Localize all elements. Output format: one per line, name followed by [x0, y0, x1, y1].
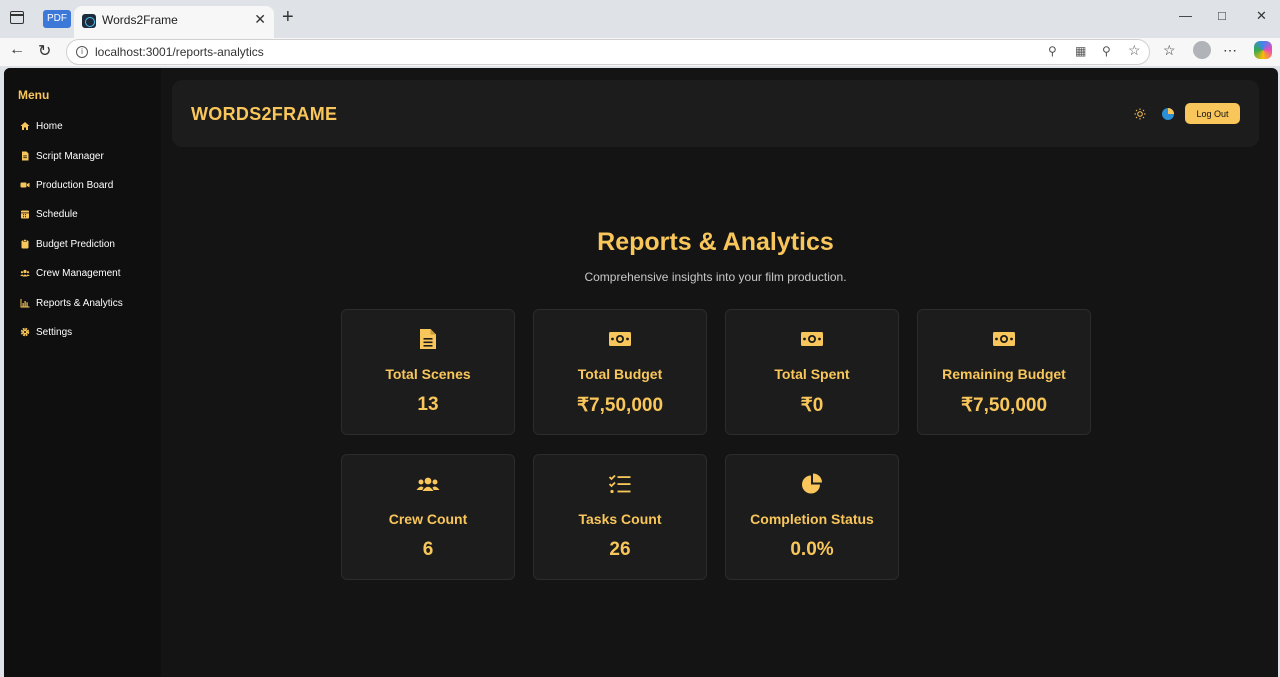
browser-address-bar: ← ↻ i localhost:3001/reports-analytics ⚲…: [0, 38, 1280, 66]
window-menu-icon[interactable]: [10, 11, 24, 24]
browser-tab-bar: PDF Words2Frame ✕ + — □ ✕: [0, 0, 1280, 38]
sidebar-item-settings[interactable]: Settings: [20, 324, 72, 340]
card-value: ₹7,50,000: [576, 395, 664, 416]
profile-avatar[interactable]: [1193, 41, 1211, 59]
close-window-icon[interactable]: ✕: [1256, 8, 1267, 24]
card-label: Total Budget: [577, 366, 663, 382]
analytics-pie-icon[interactable]: [1161, 107, 1175, 121]
card-value: 13: [417, 394, 439, 415]
sidebar-item-label: Home: [36, 120, 63, 132]
sidebar-item-label: Schedule: [36, 208, 78, 220]
info-icon[interactable]: i: [76, 46, 88, 58]
card-value: 0.0%: [790, 539, 834, 560]
sidebar-item-label: Script Manager: [36, 150, 104, 162]
more-icon[interactable]: ⋯: [1223, 42, 1237, 59]
clipboard-icon: [20, 239, 30, 249]
calendar-icon: [20, 209, 30, 219]
brand-logo-text[interactable]: WORDS2FRAME: [191, 104, 337, 125]
money-icon: [918, 328, 1090, 352]
file-icon: [342, 328, 514, 352]
maximize-icon[interactable]: □: [1218, 8, 1226, 23]
chart-icon: [20, 298, 30, 308]
card-label: Tasks Count: [578, 511, 662, 527]
tab-close-icon[interactable]: ✕: [254, 11, 266, 28]
card-label: Crew Count: [388, 511, 468, 527]
home-icon: [20, 121, 30, 131]
app-header: WORDS2FRAME Log Out: [172, 80, 1259, 147]
sidebar-item-crew-management[interactable]: Crew Management: [20, 265, 120, 281]
card-label: Completion Status: [750, 511, 874, 527]
react-favicon-icon: [82, 14, 96, 28]
url-text: localhost:3001/reports-analytics: [95, 45, 264, 59]
stat-card-crew-count: Crew Count 6: [341, 454, 515, 580]
card-label: Total Scenes: [385, 366, 471, 382]
card-label: Remaining Budget: [942, 366, 1066, 382]
sidebar-item-home[interactable]: Home: [20, 118, 63, 134]
card-value: ₹7,50,000: [960, 395, 1048, 416]
sidebar: Menu Home Script Manager Production Boar…: [4, 68, 161, 677]
users-icon: [342, 473, 514, 497]
video-icon: [20, 180, 30, 190]
sidebar-title: Menu: [18, 88, 50, 102]
logout-button[interactable]: Log Out: [1185, 103, 1240, 124]
card-label: Total Spent: [774, 366, 850, 382]
copilot-icon[interactable]: [1254, 41, 1272, 59]
users-icon: [20, 268, 30, 278]
sidebar-item-label: Settings: [36, 326, 73, 338]
money-icon: [726, 328, 898, 352]
page-subtitle: Comprehensive insights into your film pr…: [584, 270, 847, 284]
active-tab[interactable]: Words2Frame ✕: [74, 6, 274, 38]
file-icon: [20, 151, 30, 161]
new-tab-button[interactable]: +: [282, 6, 294, 29]
tasks-icon: [534, 473, 706, 497]
card-value: ₹0: [800, 395, 824, 416]
sidebar-item-reports-analytics[interactable]: Reports & Analytics: [20, 295, 123, 311]
sidebar-item-label: Production Board: [36, 179, 114, 191]
apps-icon[interactable]: ▦: [1075, 44, 1086, 58]
zoom-icon[interactable]: ⚲: [1102, 44, 1111, 58]
money-icon: [534, 328, 706, 352]
favorite-icon[interactable]: ☆: [1128, 42, 1141, 59]
stat-card-total-spent: Total Spent ₹0: [725, 309, 899, 435]
sidebar-item-schedule[interactable]: Schedule: [20, 206, 78, 222]
app-window: Menu Home Script Manager Production Boar…: [4, 68, 1278, 677]
sidebar-item-label: Crew Management: [36, 267, 121, 279]
sidebar-item-production-board[interactable]: Production Board: [20, 177, 113, 193]
back-icon[interactable]: ←: [9, 41, 25, 59]
stat-card-tasks-count: Tasks Count 26: [533, 454, 707, 580]
stat-card-completion-status: Completion Status 0.0%: [725, 454, 899, 580]
card-value: 6: [422, 539, 434, 560]
url-input[interactable]: i localhost:3001/reports-analytics ⚲ ▦ ⚲…: [66, 39, 1150, 65]
favorites-bar-icon[interactable]: ☆: [1163, 42, 1176, 59]
stat-card-remaining-budget: Remaining Budget ₹7,50,000: [917, 309, 1091, 435]
card-value: 26: [609, 539, 631, 560]
pie-chart-icon: [726, 473, 898, 497]
sidebar-item-script-manager[interactable]: Script Manager: [20, 148, 104, 164]
sidebar-item-label: Budget Prediction: [36, 238, 115, 250]
key-icon[interactable]: ⚲: [1048, 44, 1057, 58]
gear-icon: [20, 327, 30, 337]
stat-card-total-budget: Total Budget ₹7,50,000: [533, 309, 707, 435]
pdf-tab[interactable]: PDF: [43, 10, 71, 28]
theme-toggle-sun-icon[interactable]: [1133, 107, 1147, 121]
refresh-icon[interactable]: ↻: [38, 41, 51, 61]
minimize-icon[interactable]: —: [1179, 8, 1192, 23]
tab-title: Words2Frame: [102, 13, 178, 27]
sidebar-item-budget-prediction[interactable]: Budget Prediction: [20, 236, 115, 252]
sidebar-item-label: Reports & Analytics: [36, 297, 123, 309]
page-title: Reports & Analytics: [597, 228, 834, 256]
stat-card-total-scenes: Total Scenes 13: [341, 309, 515, 435]
